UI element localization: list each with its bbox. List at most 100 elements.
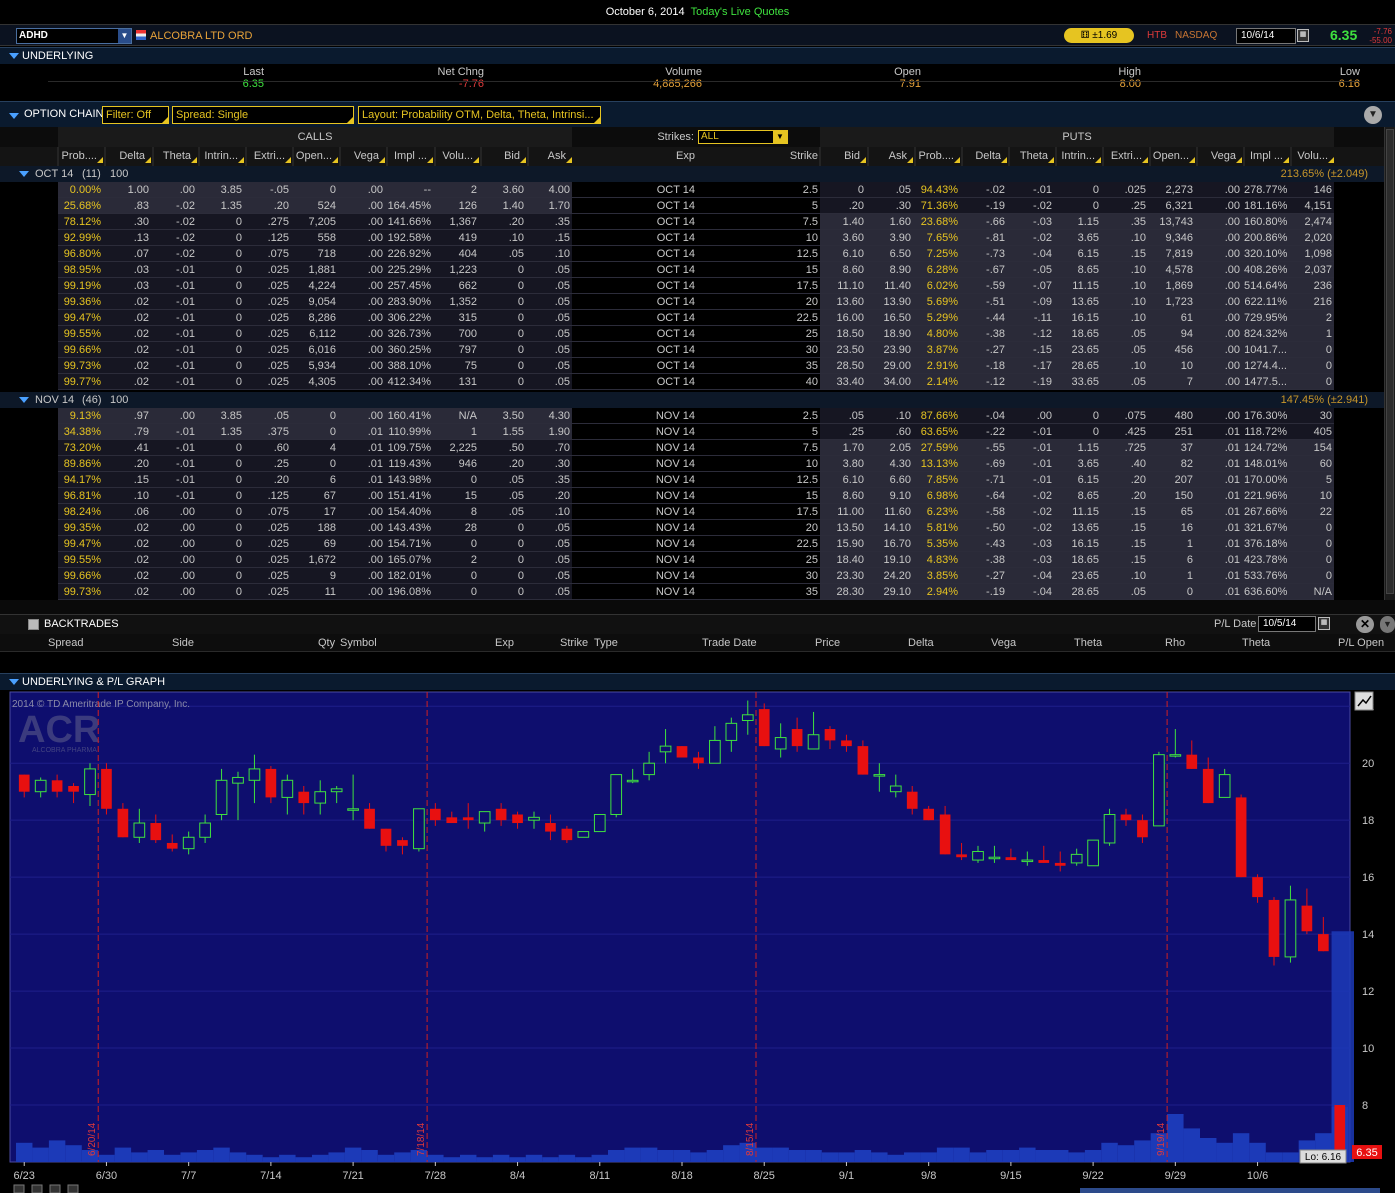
call-col-header[interactable]: Open... [293,150,332,162]
put-col-header[interactable]: Open... [1150,150,1189,162]
chart-scroller[interactable] [1080,1188,1380,1193]
volume-bar [1035,1150,1052,1162]
backtrades-col-header[interactable]: Trade Date [702,637,757,649]
put-cell: 118.72% [1244,426,1287,438]
put-cell: 13.60 [836,296,864,308]
chevron-down-icon[interactable]: ▼ [118,29,131,43]
call-cell: -.01 [176,312,195,324]
call-col-header[interactable]: Delta [105,150,145,162]
expected-move-badge[interactable]: ⚅ ±1.69 [1064,28,1134,43]
put-cell: 18.40 [836,554,864,566]
call-cell: -.01 [176,280,195,292]
call-cell: .00 [367,522,383,534]
put-cell: -.19 [986,586,1005,598]
put-col-header[interactable]: Vega [1197,150,1236,162]
backtrades-col-header[interactable]: Theta [1242,637,1270,649]
call-col-header[interactable]: Impl ... [387,150,427,162]
strikes-dropdown[interactable]: ALL ▼ [698,130,788,144]
collapse-triangle-icon[interactable] [9,53,19,59]
backtrades-col-header[interactable]: Qty [318,637,335,649]
backtrades-col-header[interactable]: Rho [1165,637,1185,649]
backtrades-col-header[interactable]: Exp [495,637,514,649]
backtrades-col-header[interactable]: Theta [1074,637,1102,649]
calendar-icon[interactable]: ▦ [1297,29,1309,42]
chain-scrollbar[interactable] [1384,127,1395,600]
call-cell: 1.35 [220,426,242,438]
underlying-section-header[interactable]: UNDERLYING [0,47,1395,64]
exp-cell: OCT 14 [656,280,695,292]
zoom-control-icon[interactable] [67,1184,79,1193]
call-cell: .075 [267,248,289,260]
put-col-header[interactable]: Volu... [1291,150,1328,162]
backtrades-col-header[interactable]: Price [815,637,840,649]
collapse-triangle-icon[interactable] [9,113,19,119]
call-col-header[interactable]: Extri... [246,150,285,162]
exp-cell: OCT 14 [656,184,695,196]
backtrades-col-header[interactable]: Delta [908,637,934,649]
put-col-header[interactable]: Bid [820,150,860,162]
date-field[interactable]: 10/6/14 [1236,28,1296,44]
put-col-header[interactable]: Ask [868,150,907,162]
close-icon[interactable]: ✕ [1356,616,1374,633]
candle-body-up [988,856,1001,860]
call-cell: 126 [458,200,477,212]
filter-label: Filter: Off [106,109,152,121]
calendar-icon[interactable]: ▦ [1318,617,1330,630]
zoom-control-icon[interactable] [13,1184,25,1193]
menu-chevron-icon[interactable]: ▼ [1364,106,1382,124]
price-chart[interactable]: 8101214161820222014 © TD Ameritrade IP C… [0,690,1395,1193]
put-col-header[interactable]: Intrin... [1056,150,1095,162]
volume-bar [690,1152,707,1162]
symbol-input[interactable]: ADHD ▼ [16,28,132,44]
scrollbar-thumb[interactable] [1386,129,1394,594]
put-cell: -.55 [986,442,1005,454]
call-col-header[interactable]: Volu... [435,150,473,162]
candle-body-down [380,828,392,846]
chevron-down-icon[interactable]: ▼ [1380,616,1395,633]
strike-cell: 12.5 [796,474,818,486]
put-cell: 24.20 [883,570,911,582]
zoom-control-icon[interactable] [31,1184,43,1193]
graph-section-header[interactable]: UNDERLYING & P/L GRAPH [0,673,1395,690]
call-col-header[interactable]: Prob.... [58,150,97,162]
call-col-header[interactable]: Intrin... [199,150,238,162]
put-cell: .00 [1224,200,1240,212]
candle-body-up [889,785,902,793]
put-cell: 23.50 [836,344,864,356]
backtrades-col-header[interactable]: Spread [48,637,83,649]
backtrades-checkbox[interactable] [28,619,39,630]
backtrades-col-header[interactable]: Vega [991,637,1016,649]
put-cell: -.18 [986,360,1005,372]
collapse-triangle-icon[interactable] [9,679,19,685]
layout-dropdown[interactable]: Layout: Probability OTM, Delta, Theta, I… [358,106,601,124]
call-cell: -.01 [176,442,195,454]
call-cell: -.01 [176,296,195,308]
call-cell: 388.10% [387,360,431,372]
filter-dropdown[interactable]: Filter: Off [102,106,169,124]
call-col-header[interactable]: Bid [481,150,520,162]
call-col-header[interactable]: Vega [340,150,379,162]
put-col-header[interactable]: Impl ... [1244,150,1283,162]
put-col-header[interactable]: Extri... [1103,150,1142,162]
call-col-header[interactable]: Theta [153,150,191,162]
put-cell: 9.10 [889,490,911,502]
call-cell: 0 [235,442,242,454]
volume-bar [279,1154,296,1162]
backtrades-col-header[interactable]: Strike [560,637,588,649]
pl-date-field[interactable]: 10/5/14 [1258,616,1316,632]
backtrades-col-header[interactable]: Type [594,637,618,649]
spread-dropdown[interactable]: Spread: Single [172,106,354,124]
backtrades-col-header[interactable]: Side [172,637,194,649]
call-cell: 98.24% [63,506,101,518]
put-col-header[interactable]: Delta [962,150,1001,162]
put-col-header[interactable]: Theta [1009,150,1048,162]
volume-bar [854,1150,872,1162]
backtrades-col-header[interactable]: P/L Open [1338,637,1384,649]
put-cell: -.51 [986,296,1005,308]
zoom-control-icon[interactable] [49,1184,61,1193]
call-col-header[interactable]: Ask [528,150,566,162]
call-cell: .13 [133,232,149,244]
strike-cell: 22.5 [796,312,818,324]
put-col-header[interactable]: Prob.... [915,150,954,162]
backtrades-col-header[interactable]: Symbol [340,637,377,649]
